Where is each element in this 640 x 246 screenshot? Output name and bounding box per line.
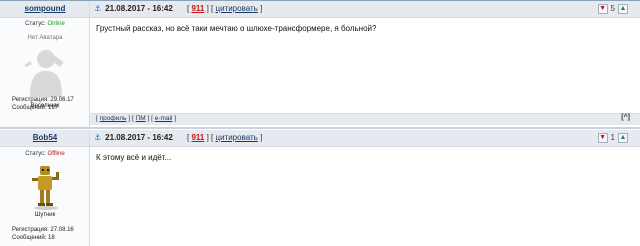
rating-value: 5 xyxy=(610,4,615,13)
post-date: ⚓ 21.08.2017 - 16:42 xyxy=(94,4,173,13)
post-1: sompound Статус: Online Нет Аватара Весе… xyxy=(0,1,640,127)
author-status: Статус: Online xyxy=(25,21,65,27)
pin-icon[interactable]: ⚓ xyxy=(94,133,101,142)
avatar xyxy=(28,164,64,210)
author-msgs: Сообщений: 197 xyxy=(12,105,59,111)
post-body: ⚓ 21.08.2017 - 16:42 [ 911 ] [ цитировать… xyxy=(90,1,640,127)
quote-link[interactable]: цитировать xyxy=(215,133,257,142)
rating-plus-icon[interactable]: ▲ xyxy=(618,132,628,143)
pm-link[interactable]: ПМ xyxy=(136,115,146,122)
author-reg: Регистрация: 27.08.16 xyxy=(12,227,74,233)
post-rating: ▼ 1 ▲ xyxy=(597,132,628,143)
rating-value: 1 xyxy=(610,133,615,142)
author-nick[interactable]: Bob54 xyxy=(0,133,90,142)
no-avatar-label: Нет Аватара xyxy=(27,35,63,41)
author-nick[interactable]: sompound xyxy=(0,4,90,13)
profile-link[interactable]: профиль xyxy=(100,115,127,122)
scroll-up-button[interactable]: [^] xyxy=(621,114,630,121)
post-tools: [ 911 ] [ цитировать ] xyxy=(187,4,263,13)
author-stats: Регистрация: 29.06.17 Сообщений: 197 xyxy=(12,96,74,112)
rating-minus-icon[interactable]: ▼ xyxy=(597,132,608,143)
robot-avatar-icon xyxy=(32,166,59,210)
author-stats: Регистрация: 27.08.16 Сообщений: 18 xyxy=(12,226,74,242)
post-rating: ▼ 5 ▲ xyxy=(597,3,628,14)
author-status: Статус: Offline xyxy=(25,151,65,157)
status-offline: Offline xyxy=(47,151,65,157)
post-2: Bob54 Статус: Offline Шутник Регистрация… xyxy=(0,130,640,246)
post-number-link[interactable]: 911 xyxy=(191,133,204,142)
author-rank: Шутник xyxy=(34,212,56,218)
author-reg: Регистрация: 29.06.17 xyxy=(12,97,74,103)
rating-minus-icon[interactable]: ▼ xyxy=(597,3,608,14)
post-body: ⚓ 21.08.2017 - 16:42 [ 911 ] [ цитировать… xyxy=(90,130,640,246)
post-message: Грустный рассказ, но всё таки мечтаю о ш… xyxy=(96,24,377,33)
post-message: К этому всё и идёт... xyxy=(96,153,172,162)
post-date: ⚓ 21.08.2017 - 16:42 xyxy=(94,133,173,142)
pin-icon[interactable]: ⚓ xyxy=(94,4,101,13)
author-msgs: Сообщений: 18 xyxy=(12,235,55,241)
status-online: Online xyxy=(47,21,65,27)
avatar xyxy=(24,45,68,99)
email-link[interactable]: e-mail xyxy=(155,115,173,122)
rating-plus-icon[interactable]: ▲ xyxy=(618,3,628,14)
post-footer: [ профиль ] [ ПМ ] [ e-mail ] [^] xyxy=(90,113,640,125)
post-divider xyxy=(0,127,640,129)
post-number-link[interactable]: 911 xyxy=(191,4,204,13)
no-avatar-silhouette-icon xyxy=(24,50,64,97)
post-tools: [ 911 ] [ цитировать ] xyxy=(187,133,263,142)
post-footer-links: [ профиль ] [ ПМ ] [ e-mail ] xyxy=(96,115,177,122)
quote-link[interactable]: цитировать xyxy=(215,4,257,13)
